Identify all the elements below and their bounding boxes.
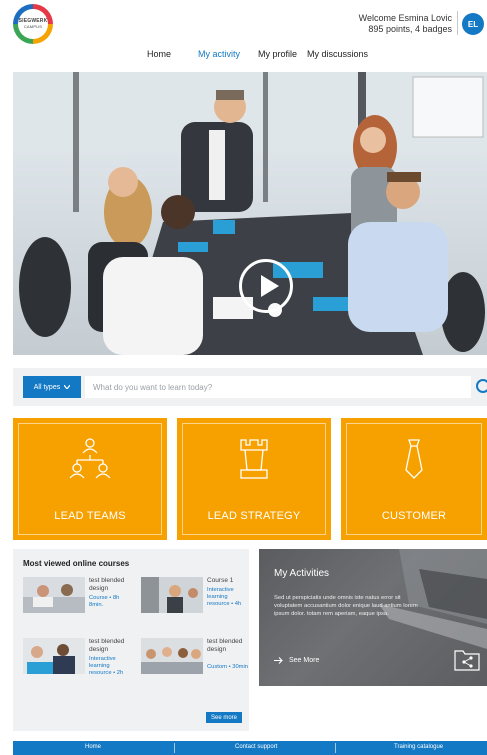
main-nav: Home My activity My profile My discussio… xyxy=(0,49,487,63)
footer-divider xyxy=(335,743,336,753)
course-meta: Course • 8h 8min. xyxy=(89,595,120,608)
footer-bar: Home Contact support Training catalogue xyxy=(13,741,487,755)
course-thumbnail xyxy=(141,638,203,674)
course-title: test blended design xyxy=(89,577,125,592)
course-meta: Custom • 30min xyxy=(207,664,249,670)
course-item[interactable]: Course 1 Interactive learning resource •… xyxy=(141,577,249,629)
search-bar: All types xyxy=(13,368,487,406)
course-title: test blended design xyxy=(89,638,125,653)
course-item[interactable]: test blended design Custom • 30min xyxy=(141,638,249,690)
tie-icon xyxy=(405,439,423,479)
course-meta: Interactive learning resource • 4h xyxy=(207,587,242,607)
nav-my-discussions[interactable]: My discussions xyxy=(307,49,368,59)
nav-home[interactable]: Home xyxy=(147,49,171,59)
activities-title: My Activities xyxy=(274,568,330,579)
search-icon[interactable] xyxy=(475,378,487,398)
course-title: Course 1 xyxy=(207,577,234,584)
nav-my-profile[interactable]: My profile xyxy=(258,49,297,59)
header-divider xyxy=(457,11,458,35)
tile-label: CUSTOMER xyxy=(381,510,447,522)
folder-share-icon xyxy=(454,650,480,671)
chevron-down-icon xyxy=(64,385,71,389)
tile-label: LEAD TEAMS xyxy=(54,510,126,522)
course-item[interactable]: test blended design Course • 8h 8min. xyxy=(23,577,131,629)
course-thumbnail xyxy=(23,638,85,674)
type-filter-label: All types xyxy=(33,383,61,391)
course-meta: Interactive learning resource • 2h xyxy=(89,656,124,676)
chess-rook-icon xyxy=(240,439,268,479)
siegwerk-campus-logo[interactable]: SIEGWERK CAMPUS xyxy=(13,4,53,44)
courses-title: Most viewed online courses xyxy=(23,559,130,568)
activities-see-more-link[interactable]: See More xyxy=(274,657,319,664)
footer-training-catalogue-link[interactable]: Training catalogue xyxy=(394,744,443,750)
welcome-text: Welcome Esmina Lovic xyxy=(358,13,452,23)
footer-contact-support-link[interactable]: Contact support xyxy=(235,744,277,750)
arrow-right-icon xyxy=(274,657,283,664)
course-thumbnail xyxy=(23,577,85,613)
logo-line2: CAMPUS xyxy=(23,24,43,29)
tile-customer[interactable]: CUSTOMER xyxy=(341,418,487,540)
welcome-block: Welcome Esmina Lovic 895 points, 4 badge… xyxy=(359,13,452,35)
course-title: test blended design xyxy=(207,638,243,653)
course-item[interactable]: test blended design Interactive learning… xyxy=(23,638,131,690)
points-text: 895 points, 4 badges xyxy=(368,24,452,34)
activities-see-more-label: See More xyxy=(289,657,320,664)
footer-divider xyxy=(174,743,175,753)
course-thumbnail xyxy=(141,577,203,613)
footer-home-link[interactable]: Home xyxy=(85,744,101,750)
play-icon[interactable] xyxy=(239,259,293,313)
nav-my-activity[interactable]: My activity xyxy=(198,49,240,59)
logo-inner: SIEGWERK CAMPUS xyxy=(18,9,48,39)
meeting-photo xyxy=(13,72,487,355)
activities-body: Sed ut perspiciatis unde omnis iste natu… xyxy=(274,595,418,617)
team-hierarchy-icon xyxy=(69,438,111,479)
tile-label: LEAD STRATEGY xyxy=(207,510,301,522)
tile-lead-teams[interactable]: LEAD TEAMS xyxy=(13,418,167,540)
type-filter-dropdown[interactable]: All types xyxy=(23,376,81,398)
see-more-courses-button[interactable]: See more xyxy=(206,712,242,723)
avatar[interactable]: EL xyxy=(462,13,484,35)
hero-video[interactable] xyxy=(13,72,487,355)
tile-lead-strategy[interactable]: LEAD STRATEGY xyxy=(177,418,331,540)
most-viewed-courses-panel: Most viewed online courses test blended … xyxy=(13,549,249,731)
my-activities-panel[interactable]: My Activities Sed ut perspiciatis unde o… xyxy=(259,549,487,686)
search-input[interactable] xyxy=(85,376,471,398)
